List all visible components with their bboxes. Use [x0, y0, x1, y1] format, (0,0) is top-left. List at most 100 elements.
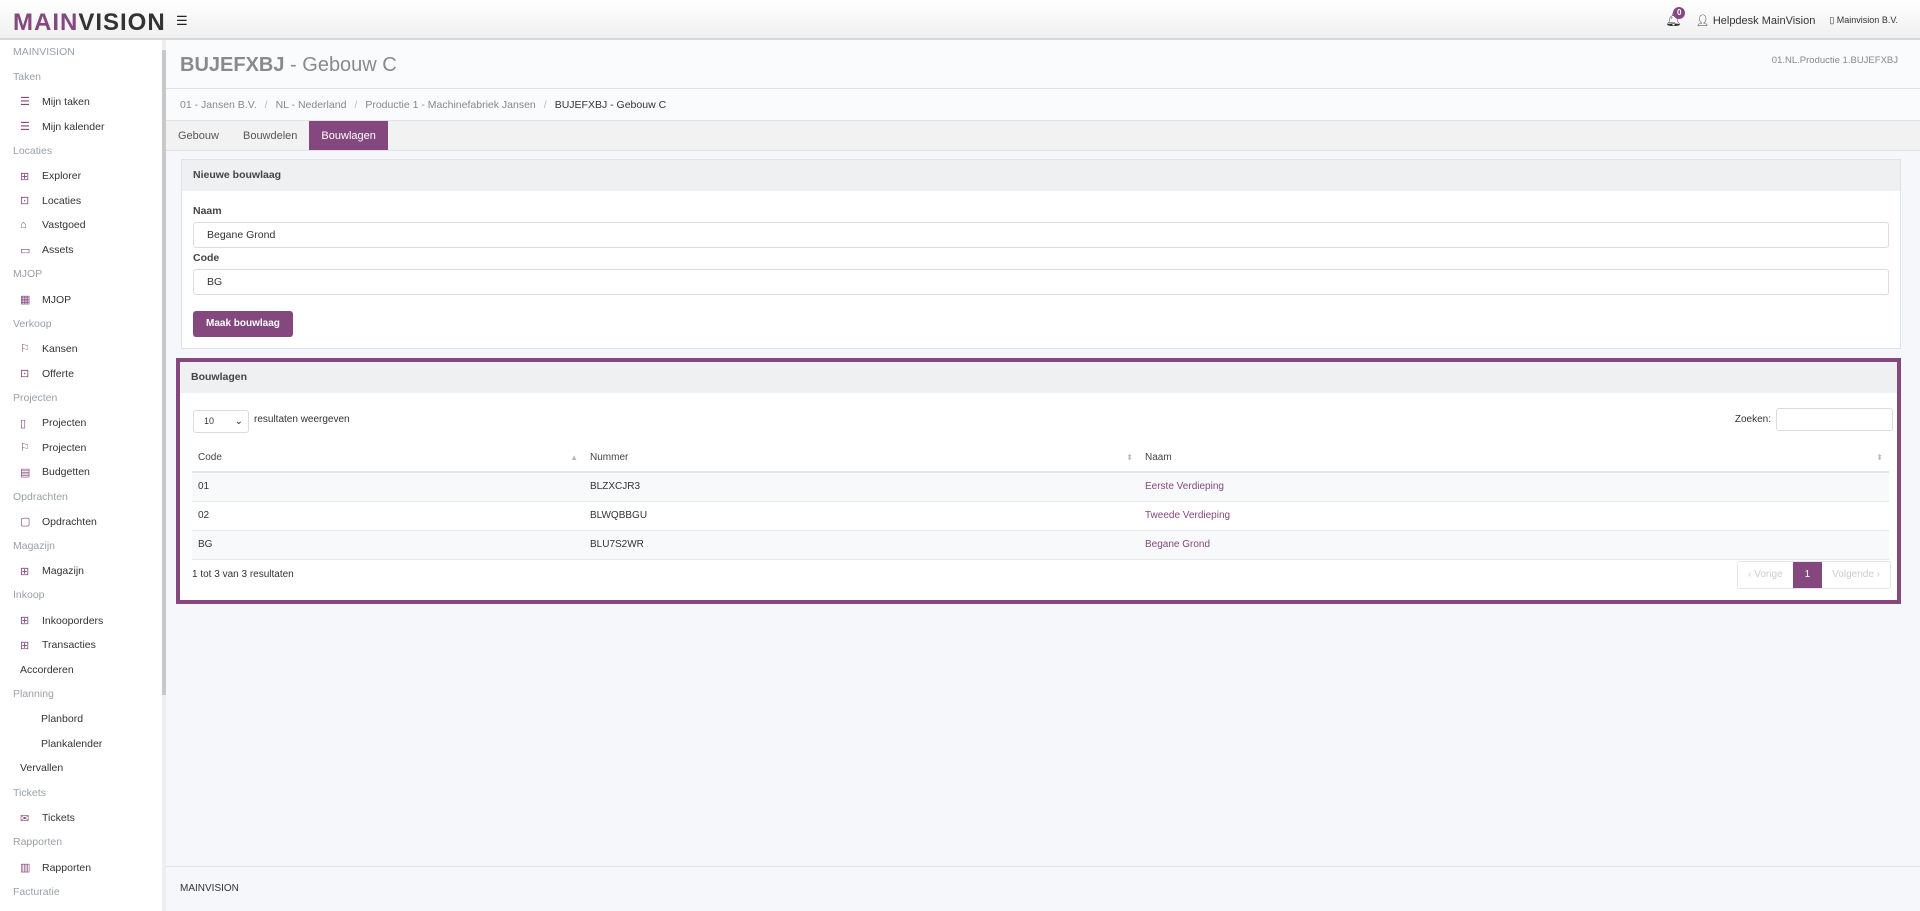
sidebar-item-label: Tickets — [42, 812, 75, 825]
sidebar-item-plankalender[interactable]: Plankalender — [20, 738, 102, 750]
sidebar-item-label: MJOP — [42, 293, 72, 306]
grid-icon: ⊞ — [20, 615, 30, 628]
new-floor-card: Nieuwe bouwlaag Naam Begane Grond Code B… — [181, 159, 1901, 349]
floors-card: Bouwlagen 10 ⌄ resultaten weergeven Zoeke… — [176, 358, 1901, 604]
tab-gebouw[interactable]: Gebouw — [166, 121, 231, 150]
sort-asc-icon: ▲ — [570, 453, 578, 462]
sidebar-item-mijn-taken[interactable]: ☰ Mijn taken — [20, 95, 90, 109]
naam-input[interactable]: Begane Grond — [193, 222, 1889, 248]
page-size-select[interactable]: 10 ⌄ — [193, 410, 249, 433]
sidebar-scrollbar[interactable] — [162, 40, 166, 911]
list-icon: ☰ — [20, 96, 30, 109]
sidebar-item-label: Explorer — [42, 170, 82, 182]
sidebar-item-transacties[interactable]: ⊞ Transacties — [20, 639, 96, 652]
sidebar-section-label: Planning — [13, 688, 54, 701]
sidebar-item-label: Transacties — [42, 639, 96, 652]
sidebar-item-label: Projecten — [42, 441, 87, 454]
sidebar-item-explorer[interactable]: ⊞ Explorer — [20, 170, 81, 183]
sidebar-section-label: Tickets — [13, 787, 46, 799]
sidebar-item-label: Inkooporders — [42, 614, 104, 627]
sidebar-item-label: Mijn taken — [42, 95, 90, 108]
user-name: Helpdesk MainVision — [1712, 14, 1816, 27]
sidebar-section-label: Magazijn — [13, 540, 56, 552]
file-icon: ▢ — [20, 516, 31, 529]
briefcase-icon: ⊡ — [20, 195, 30, 208]
notifications-bell-icon[interactable]: 🔔︎ 0 — [1665, 7, 1686, 28]
top-bar: MAINVISION ☰ 🔔︎ 0 👤︎ Helpdesk MainVision … — [0, 0, 1920, 40]
search-label: Zoeken: — [1734, 414, 1771, 425]
menu-toggle-icon[interactable]: ☰ — [176, 13, 188, 29]
column-header-nummer[interactable]: Nummer ⬍ — [584, 444, 1139, 473]
sidebar-item-mijn-kalender[interactable]: ☰ Mijn kalender — [20, 120, 104, 134]
sidebar-item-projecten[interactable]: ⚐ Projecten — [20, 441, 87, 455]
sidebar-item-kansen[interactable]: ⚐ Kansen — [20, 342, 78, 356]
sidebar-item-magazijn[interactable]: ⊞ Magazijn — [20, 565, 84, 578]
sitemap-icon: ⊞ — [20, 170, 30, 183]
tab-bouwdelen[interactable]: Bouwdelen — [231, 121, 309, 150]
column-header-code[interactable]: Code ▲ — [192, 444, 584, 473]
sidebar-item-inkooporders[interactable]: ⊞ Inkooporders — [20, 614, 104, 628]
logo[interactable]: MAINVISION — [13, 9, 166, 37]
breadcrumb-item[interactable]: 01 - Jansen B.V. — [180, 99, 257, 111]
sidebar-item-vastgoed[interactable]: ⌂ Vastgoed — [20, 219, 86, 231]
floor-link[interactable]: Eerste Verdieping — [1145, 481, 1224, 492]
sidebar-item-vervallen[interactable]: Vervallen — [20, 762, 63, 774]
sidebar-item-assets[interactable]: ▭ Assets — [20, 244, 74, 257]
sort-icon: ⬍ — [1126, 453, 1133, 462]
page-title: BUJEFXBJ - Gebouw C — [180, 54, 397, 76]
home-icon: ⌂ — [20, 218, 27, 231]
sidebar-item-accorderen[interactable]: Accorderen — [20, 664, 74, 676]
breadcrumb-item[interactable]: Productie 1 - Machinefabriek Jansen — [365, 99, 535, 111]
company-menu[interactable]: ▯ Mainvision B.V. — [1829, 15, 1898, 26]
sidebar-item-offerte[interactable]: ⊡ Offerte — [20, 367, 74, 381]
breadcrumb-current: BUJEFXBJ - Gebouw C — [554, 98, 667, 111]
signpost-icon: ⚐ — [20, 442, 30, 455]
sidebar-item-label: Kansen — [42, 342, 78, 355]
sidebar-item-label: Rapporten — [42, 861, 92, 874]
sidebar-item-locaties[interactable]: ⊡ Locaties — [20, 194, 81, 208]
tabs: Gebouw Bouwdelen Bouwlagen — [166, 121, 1920, 151]
sidebar-section-label: Inkoop — [13, 589, 45, 602]
next-page-button[interactable]: Volgende › — [1822, 562, 1890, 588]
page-1-button[interactable]: 1 — [1792, 562, 1823, 588]
sidebar: MAINVISION Taken ☰ Mijn taken ☰ Mijn kalender… — [0, 40, 163, 911]
breadcrumb-item[interactable]: NL - Nederland — [276, 99, 347, 111]
code-input[interactable]: BG — [193, 269, 1889, 295]
sidebar-item-projecten[interactable]: ▯ Projecten — [20, 417, 86, 430]
sidebar-item-label: Offerte — [42, 367, 74, 380]
chevron-down-icon: ⌄ — [234, 416, 243, 427]
sidebar-item-label: Projecten — [42, 417, 87, 429]
tab-bouwlagen[interactable]: Bouwlagen — [309, 121, 388, 150]
card-title: Nieuwe bouwlaag — [182, 160, 1900, 191]
floor-link[interactable]: Begane Grond — [1145, 539, 1210, 550]
search-input[interactable] — [1776, 408, 1893, 431]
sidebar-item-label: Vastgoed — [42, 218, 86, 231]
table-row: BG BLU7S2WR Begane Grond — [192, 530, 1889, 560]
page-header: BUJEFXBJ - Gebouw C 01.NL.Productie 1.BU… — [166, 40, 1920, 89]
table-row: 01 BLZXCJR3 Eerste Verdieping — [192, 472, 1889, 502]
sidebar-item-label: Assets — [42, 244, 74, 257]
sidebar-item-rapporten[interactable]: ▥ Rapporten — [20, 861, 92, 875]
report-icon: ▥ — [20, 862, 31, 875]
pagination: ‹ Vorige 1 Volgende › — [1737, 561, 1891, 589]
envelope-icon: ✉ — [20, 812, 30, 825]
sidebar-item-label: Vervallen — [20, 762, 64, 775]
sidebar-item-tickets[interactable]: ✉ Tickets — [20, 812, 75, 825]
sidebar-item-label: Opdrachten — [42, 515, 97, 528]
create-floor-button[interactable]: Maak bouwlaag — [193, 311, 293, 337]
sidebar-item-opdrachten[interactable]: ▢ Opdrachten — [20, 515, 97, 529]
sidebar-item-mjop[interactable]: ▦ MJOP — [20, 293, 72, 307]
list-icon: ☰ — [20, 121, 30, 134]
notification-count: 0 — [1673, 7, 1686, 19]
floors-table: Code ▲ Nummer ⬍ Naam ⬍ 01 BLZXCJR3 Eerste Ver… — [192, 444, 1889, 560]
sidebar-section-label: Verkoop — [13, 317, 52, 330]
sidebar-item-budgetten[interactable]: ▤ Budgetten — [20, 466, 90, 479]
breadcrumb: 01 - Jansen B.V. / NL - Nederland / Produc… — [166, 89, 1920, 121]
column-header-naam[interactable]: Naam ⬍ — [1139, 444, 1889, 473]
sidebar-item-planbord[interactable]: Planbord — [20, 713, 83, 725]
folder-icon: ▭ — [20, 244, 31, 257]
user-menu[interactable]: 👤︎ Helpdesk MainVision — [1696, 14, 1816, 27]
floor-link[interactable]: Tweede Verdieping — [1145, 510, 1230, 521]
sidebar-section-label: Locaties — [13, 144, 53, 157]
prev-page-button[interactable]: ‹ Vorige — [1738, 562, 1792, 588]
